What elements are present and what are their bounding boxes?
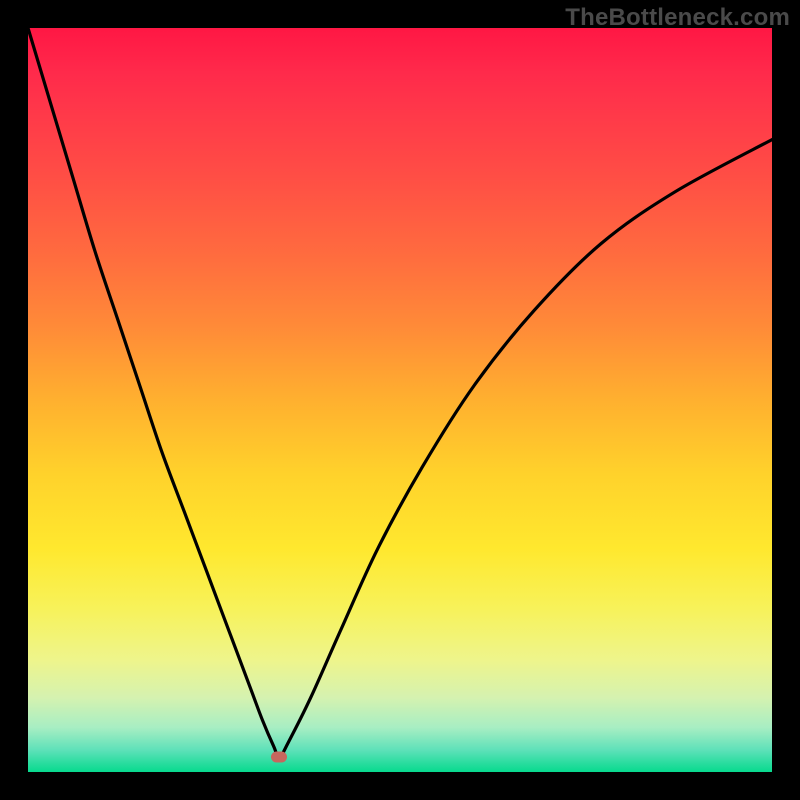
minimum-marker xyxy=(271,752,287,763)
plot-area xyxy=(28,28,772,772)
bottleneck-curve xyxy=(28,28,772,772)
chart-frame: TheBottleneck.com xyxy=(0,0,800,800)
